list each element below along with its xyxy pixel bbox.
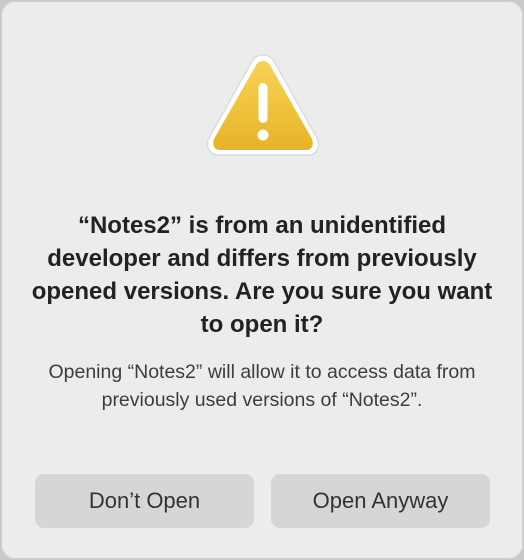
open-anyway-button[interactable]: Open Anyway	[271, 474, 490, 528]
dont-open-button[interactable]: Don’t Open	[35, 474, 254, 528]
alert-dialog: “Notes2” is from an unidentified develop…	[1, 1, 523, 559]
dialog-title: “Notes2” is from an unidentified develop…	[31, 212, 493, 338]
warning-triangle-icon	[198, 47, 328, 163]
dialog-message: Opening “Notes2” will allow it to access…	[48, 361, 476, 411]
